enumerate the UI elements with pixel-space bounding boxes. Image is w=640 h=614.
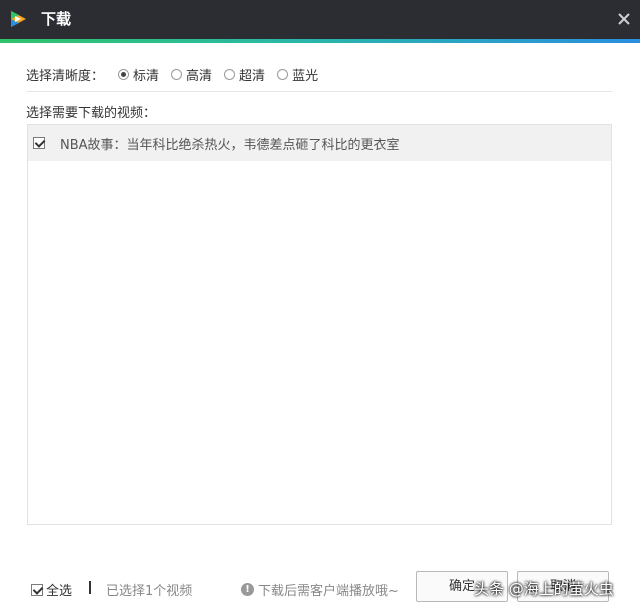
radio-button[interactable] (224, 68, 236, 80)
separator (89, 581, 91, 594)
title-bar: 下载 (0, 0, 640, 39)
checkbox[interactable] (31, 583, 43, 596)
accent-bar (0, 39, 640, 43)
close-icon[interactable] (616, 11, 632, 27)
video-list-label: 选择需要下载的视频： (26, 106, 157, 121)
quality-option-high[interactable]: 高清 (171, 65, 212, 84)
divider (26, 91, 612, 92)
cancel-button[interactable]: 取消 (517, 571, 609, 602)
list-item[interactable]: NBA故事：当年科比绝杀热火，韦德差点砸了科比的更衣室 (28, 125, 611, 161)
quality-option-standard[interactable]: 标清 (118, 65, 159, 84)
info-icon: ! (241, 583, 254, 596)
quality-label: 选择清晰度： (26, 68, 105, 84)
quality-option-super[interactable]: 超清 (224, 65, 265, 84)
video-checkbox[interactable] (33, 137, 45, 149)
footer: 全选 已选择1个视频 ! 下载后需客户端播放哦~ 确定 取消 (0, 570, 640, 606)
quality-option-bluray[interactable]: 蓝光 (277, 65, 318, 84)
hint-text: 下载后需客户端播放哦~ (258, 584, 399, 599)
quality-option-label: 蓝光 (292, 68, 319, 84)
select-all-label: 全选 (46, 584, 73, 599)
radio-button[interactable] (277, 68, 289, 80)
playback-hint: ! 下载后需客户端播放哦~ (241, 580, 399, 599)
quality-option-label: 超清 (239, 68, 266, 84)
video-title: NBA故事：当年科比绝杀热火，韦德差点砸了科比的更衣室 (60, 137, 400, 153)
confirm-button[interactable]: 确定 (416, 571, 508, 602)
tencent-video-play-icon (11, 11, 26, 27)
radio-button[interactable] (171, 68, 183, 80)
selected-count: 已选择1个视频 (106, 584, 193, 599)
quality-option-label: 标清 (133, 68, 160, 84)
quality-selector: 选择清晰度： 标清 高清 超清 蓝光 (26, 64, 330, 84)
window-title: 下载 (41, 10, 72, 28)
radio-button[interactable] (118, 68, 130, 80)
select-all-checkbox[interactable]: 全选 (31, 580, 72, 599)
quality-option-label: 高清 (186, 68, 213, 84)
video-list[interactable]: NBA故事：当年科比绝杀热火，韦德差点砸了科比的更衣室 (27, 124, 612, 525)
